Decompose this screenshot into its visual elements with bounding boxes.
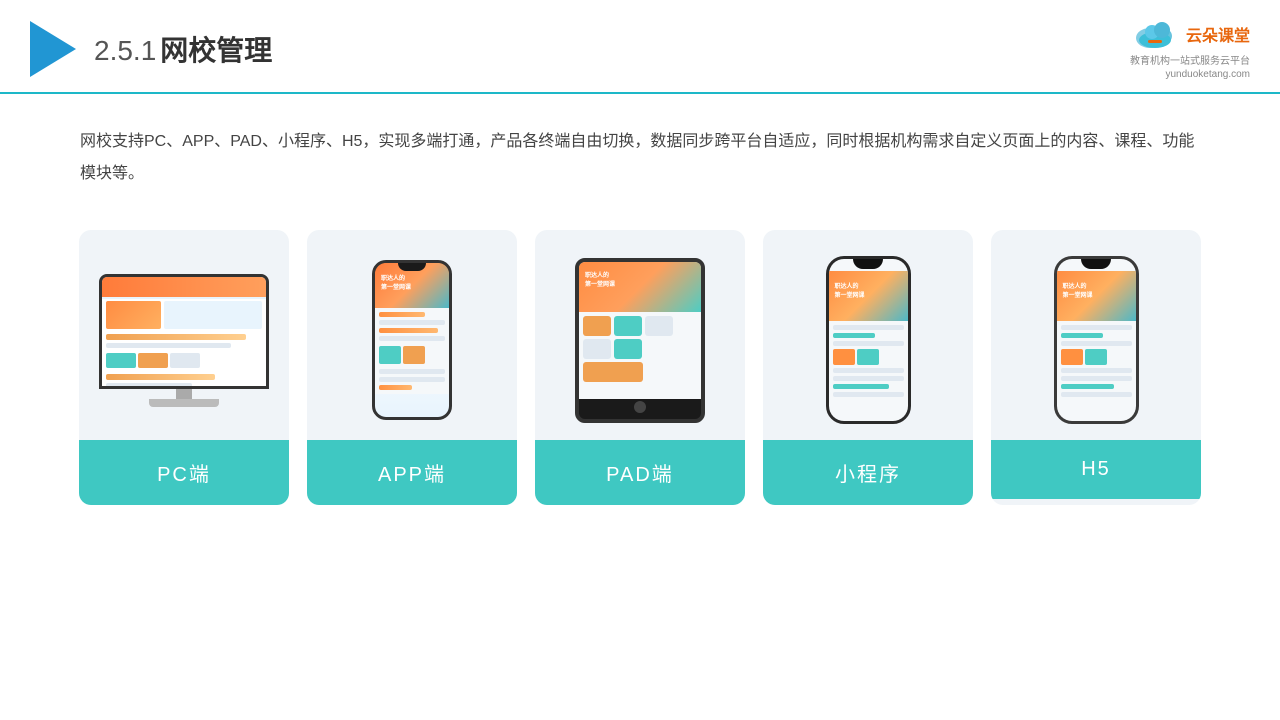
brand-row: 云朵课堂 [1130, 18, 1250, 50]
brand-logo: 云朵课堂 教育机构一站式服务云平台 yunduoketang.com [1130, 18, 1250, 80]
app-phone-mockup: 职达人的第一堂网课 [372, 260, 452, 420]
phone-screen: 职达人的第一堂网课 [375, 263, 449, 417]
h5-phone-screen: 职达人的第一堂网课 [1057, 259, 1136, 421]
card-pc-image [79, 230, 289, 440]
cloud-icon [1130, 18, 1180, 50]
description-paragraph: 网校支持PC、APP、PAD、小程序、H5，实现多端打通，产品各终端自由切换，数… [80, 126, 1200, 190]
card-app-image: 职达人的第一堂网课 [307, 230, 517, 440]
card-h5-label: H5 [991, 440, 1201, 499]
brand-url-text: yunduoketang.com [1165, 69, 1250, 80]
brand-name-text: 云朵课堂 [1186, 22, 1250, 46]
pc-device-mockup [94, 274, 274, 407]
tablet-screen: 职达人的第一堂网课 [579, 262, 701, 399]
card-pad-label: PAD端 [535, 440, 745, 505]
miniphone-screen: 职达人的第一堂网课 [829, 259, 908, 421]
card-miniprogram-image: 职达人的第一堂网课 [763, 230, 973, 440]
card-pad-image: 职达人的第一堂网课 [535, 230, 745, 440]
miniprogram-phone-mockup: 职达人的第一堂网课 [826, 256, 911, 424]
description-text: 网校支持PC、APP、PAD、小程序、H5，实现多端打通，产品各终端自由切换，数… [0, 94, 1280, 190]
card-app-label: APP端 [307, 440, 517, 505]
h5-phone-mockup: 职达人的第一堂网课 [1054, 256, 1139, 424]
pad-tablet-mockup: 职达人的第一堂网课 [575, 258, 705, 423]
card-miniprogram: 职达人的第一堂网课 [763, 230, 973, 505]
card-app: 职达人的第一堂网课 [307, 230, 517, 505]
tablet-home-btn [634, 401, 646, 413]
cards-container: PC端 职达人的第一堂网课 [0, 190, 1280, 505]
card-pad: 职达人的第一堂网课 PAD端 [535, 230, 745, 505]
section-number: 2.5.1 [94, 35, 156, 66]
card-h5: 职达人的第一堂网课 [991, 230, 1201, 505]
card-miniprogram-label: 小程序 [763, 440, 973, 505]
card-pc: PC端 [79, 230, 289, 505]
page-title: 2.5.1网校管理 [94, 29, 272, 69]
title-text: 网校管理 [160, 35, 272, 66]
page-header: 2.5.1网校管理 云朵课堂 教育机构一站式服务云平台 yunduoketang… [0, 0, 1280, 94]
brand-tagline-text: 教育机构一站式服务云平台 [1130, 52, 1250, 67]
logo-triangle-icon [30, 21, 76, 77]
card-h5-image: 职达人的第一堂网课 [991, 230, 1201, 440]
phone-notch [398, 263, 426, 271]
pc-screen [99, 274, 269, 389]
header-left: 2.5.1网校管理 [30, 21, 272, 77]
card-pc-label: PC端 [79, 440, 289, 505]
